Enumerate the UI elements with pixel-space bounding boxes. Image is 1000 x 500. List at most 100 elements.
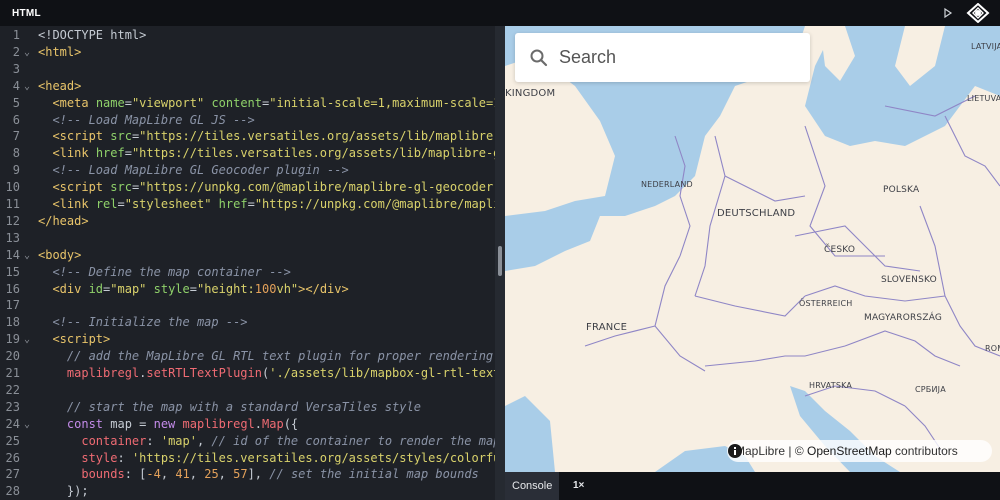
code-token: <body> — [38, 247, 82, 262]
fold-chevron-icon[interactable]: ⌄ — [24, 331, 30, 348]
code-text: <!-- Define the map container --> — [38, 264, 290, 281]
line-number: 5 — [12, 95, 20, 110]
code-line[interactable]: 21 maplibregl.setRTLTextPlugin('./assets… — [0, 365, 505, 382]
code-token: href — [95, 146, 125, 161]
code-line[interactable]: 9 <!-- Load MapLibre GL Geocoder plugin … — [0, 162, 495, 179]
label-deutschland: DEUTSCHLAND — [717, 208, 796, 219]
line-number: 27 — [5, 467, 20, 482]
tab-html[interactable]: HTML — [12, 8, 41, 19]
fold-chevron-icon[interactable]: ⌄ — [24, 44, 30, 61]
code-line[interactable]: 28 }); — [0, 483, 495, 500]
code-line[interactable]: 18 <!-- Initialize the map --> — [0, 314, 495, 331]
code-text: }); — [38, 483, 89, 500]
code-line[interactable]: 8 <link href="https://tiles.versatiles.o… — [0, 145, 505, 162]
code-line[interactable]: 13 — [0, 230, 495, 247]
code-line[interactable]: 6 <!-- Load MapLibre GL JS --> — [0, 112, 495, 129]
fold-chevron-icon[interactable]: ⌄ — [24, 78, 30, 95]
code-text: <head> — [38, 78, 81, 95]
code-line[interactable]: 10 <script src="https://unpkg.com/@mapli… — [0, 179, 501, 196]
fold-chevron-icon[interactable]: ⌄ — [24, 247, 30, 264]
code-token: = — [124, 95, 132, 110]
code-line[interactable]: 2 ⌄ <html> — [0, 44, 495, 61]
code-text: <html> — [38, 44, 81, 61]
code-token: src — [110, 180, 132, 195]
code-line[interactable]: 22 — [0, 382, 495, 399]
attribution-contributors: contributors — [891, 444, 958, 458]
code-line[interactable]: 14 ⌄ <body> — [0, 247, 495, 264]
line-number: 3 — [12, 61, 20, 76]
code-token: 41 — [175, 467, 190, 482]
line-number: 9 — [12, 163, 20, 178]
code-line[interactable]: 25 container: 'map', // id of the contai… — [0, 433, 501, 450]
code-token: maplibregl — [66, 366, 140, 380]
osm-link[interactable]: OpenStreetMap — [807, 444, 892, 458]
code-token: <link — [52, 146, 96, 161]
code-token: const — [66, 416, 104, 431]
code-line[interactable]: 26 style: 'https://tiles.versatiles.org/… — [0, 450, 505, 467]
code-token: </head> — [38, 213, 89, 228]
code-line[interactable]: 4 ⌄ <head> — [0, 78, 495, 95]
code-line[interactable]: 3 — [0, 61, 495, 78]
attribution-separator: | © — [785, 444, 807, 458]
code-line[interactable]: 7 <script src="https://tiles.versatiles.… — [0, 128, 505, 145]
code-line[interactable]: 17 — [0, 297, 495, 314]
code-token: "https://tiles.versatiles.org/assets/lib… — [131, 146, 505, 161]
code-line[interactable]: 5 <meta name="viewport" content="initial… — [0, 95, 505, 112]
versatiles-logo-icon[interactable] — [966, 3, 990, 23]
search-input[interactable] — [559, 33, 799, 82]
code-token: "https://unpkg.com/@maplibre/maplibre-gl… — [139, 180, 501, 195]
code-token: style — [153, 281, 190, 296]
code-token: <meta — [52, 95, 96, 110]
code-text: <script src="https://tiles.versatiles.or… — [38, 128, 505, 145]
line-number: 8 — [12, 146, 20, 161]
code-line[interactable]: 27 bounds: [-4, 41, 25, 57], // set the … — [0, 466, 495, 483]
code-token: vh" — [276, 281, 299, 296]
geocoder-search[interactable] — [515, 33, 810, 82]
code-line[interactable]: 16 <div id="map" style="height:100vh"></… — [0, 281, 495, 298]
map-canvas[interactable] — [505, 26, 1000, 472]
zoom-level[interactable]: 1× — [573, 472, 584, 500]
code-line[interactable]: 1 <!DOCTYPE html> — [0, 27, 495, 44]
code-token: = — [247, 197, 255, 211]
label-romania: ROMÂ — [985, 344, 1000, 353]
code-line[interactable]: 19 ⌄ <script> — [0, 331, 495, 348]
code-text: bounds: [-4, 41, 25, 57], // set the ini… — [38, 466, 478, 483]
code-editor[interactable]: 1 <!DOCTYPE html> 2 ⌄ <html> 3 4 ⌄ <head> 5 <meta… — [0, 26, 505, 500]
line-number: 16 — [5, 281, 20, 296]
code-token: "map" — [110, 281, 147, 296]
console-bar: Console 1× — [505, 472, 1000, 500]
code-line[interactable]: 23 // start the map with a standard Vers… — [0, 399, 495, 416]
code-token: ], — [247, 467, 270, 482]
play-icon[interactable] — [943, 7, 953, 19]
code-token: }); — [38, 484, 89, 499]
search-icon — [530, 49, 548, 67]
code-line[interactable]: 24 ⌄ const map = new maplibregl.Map({ — [0, 416, 495, 433]
map-preview[interactable]: KINGDOM LATVIJA LIETUVA NEDERLAND DEUTSC… — [505, 26, 1000, 472]
code-line[interactable]: 11 <link rel="stylesheet" href="https://… — [0, 196, 505, 213]
label-lietuva: LIETUVA — [967, 94, 1000, 103]
code-token: <!-- Load MapLibre GL JS --> — [52, 112, 255, 127]
splitter-handle[interactable] — [498, 246, 502, 276]
code-text: <meta name="viewport" content="initial-s… — [38, 95, 505, 112]
code-line[interactable]: 15 <!-- Define the map container --> — [0, 264, 495, 281]
code-token: bounds — [81, 467, 125, 482]
line-number: 1 — [12, 28, 20, 42]
fold-chevron-icon[interactable]: ⌄ — [24, 416, 30, 433]
line-number: 17 — [5, 298, 20, 313]
console-tab[interactable]: Console — [505, 472, 560, 500]
line-number: 22 — [5, 382, 20, 397]
info-icon[interactable] — [727, 443, 743, 459]
code-token: <script — [52, 180, 111, 195]
code-token: 'map' — [160, 433, 197, 448]
code-token: : — [146, 433, 161, 448]
code-line[interactable]: 20 // add the MapLibre GL RTL text plugi… — [0, 348, 495, 365]
code-line[interactable]: 12 </head> — [0, 213, 495, 230]
